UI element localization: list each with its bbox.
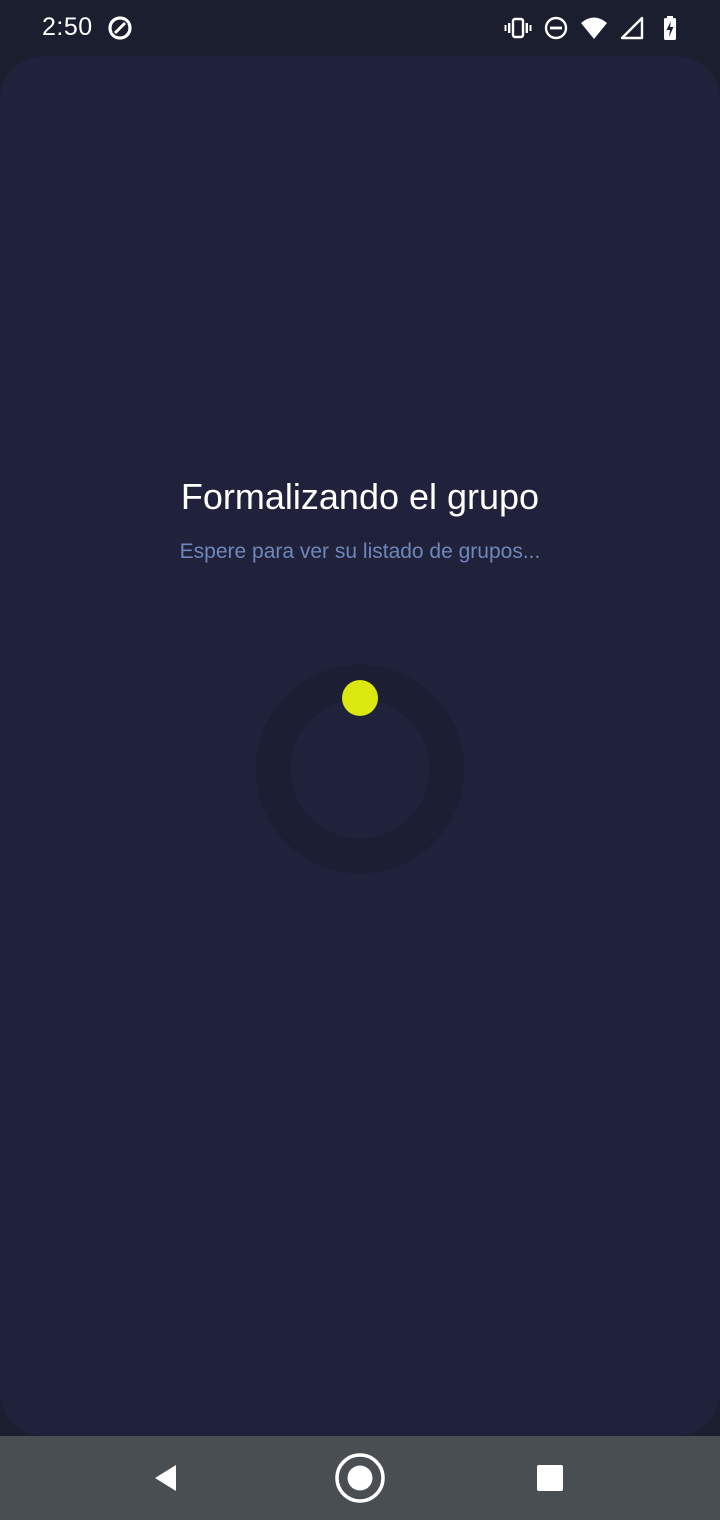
home-icon xyxy=(335,1453,385,1503)
wifi-icon xyxy=(581,17,607,39)
screen: 2:50 Formalizando el grupo Espere para v… xyxy=(0,0,720,1520)
back-button[interactable] xyxy=(141,1452,193,1504)
back-icon xyxy=(155,1465,176,1491)
status-icons xyxy=(504,14,684,42)
status-bar: 2:50 xyxy=(0,0,720,56)
battery-charging-icon xyxy=(664,16,676,40)
vibrate-icon xyxy=(504,17,532,39)
page-title: Formalizando el grupo xyxy=(180,476,540,517)
cell-signal-icon xyxy=(620,16,644,40)
data-saver-icon xyxy=(108,16,132,40)
navigation-bar xyxy=(0,1436,720,1520)
loading-spinner-dot xyxy=(342,680,378,716)
do-not-disturb-icon xyxy=(544,16,568,40)
recents-icon xyxy=(537,1465,563,1491)
loading-spinner xyxy=(255,664,465,874)
recents-button[interactable] xyxy=(524,1452,576,1504)
page-subtitle: Espere para ver su listado de grupos... xyxy=(179,540,541,563)
home-button[interactable] xyxy=(334,1452,386,1504)
status-time: 2:50 xyxy=(42,13,93,41)
